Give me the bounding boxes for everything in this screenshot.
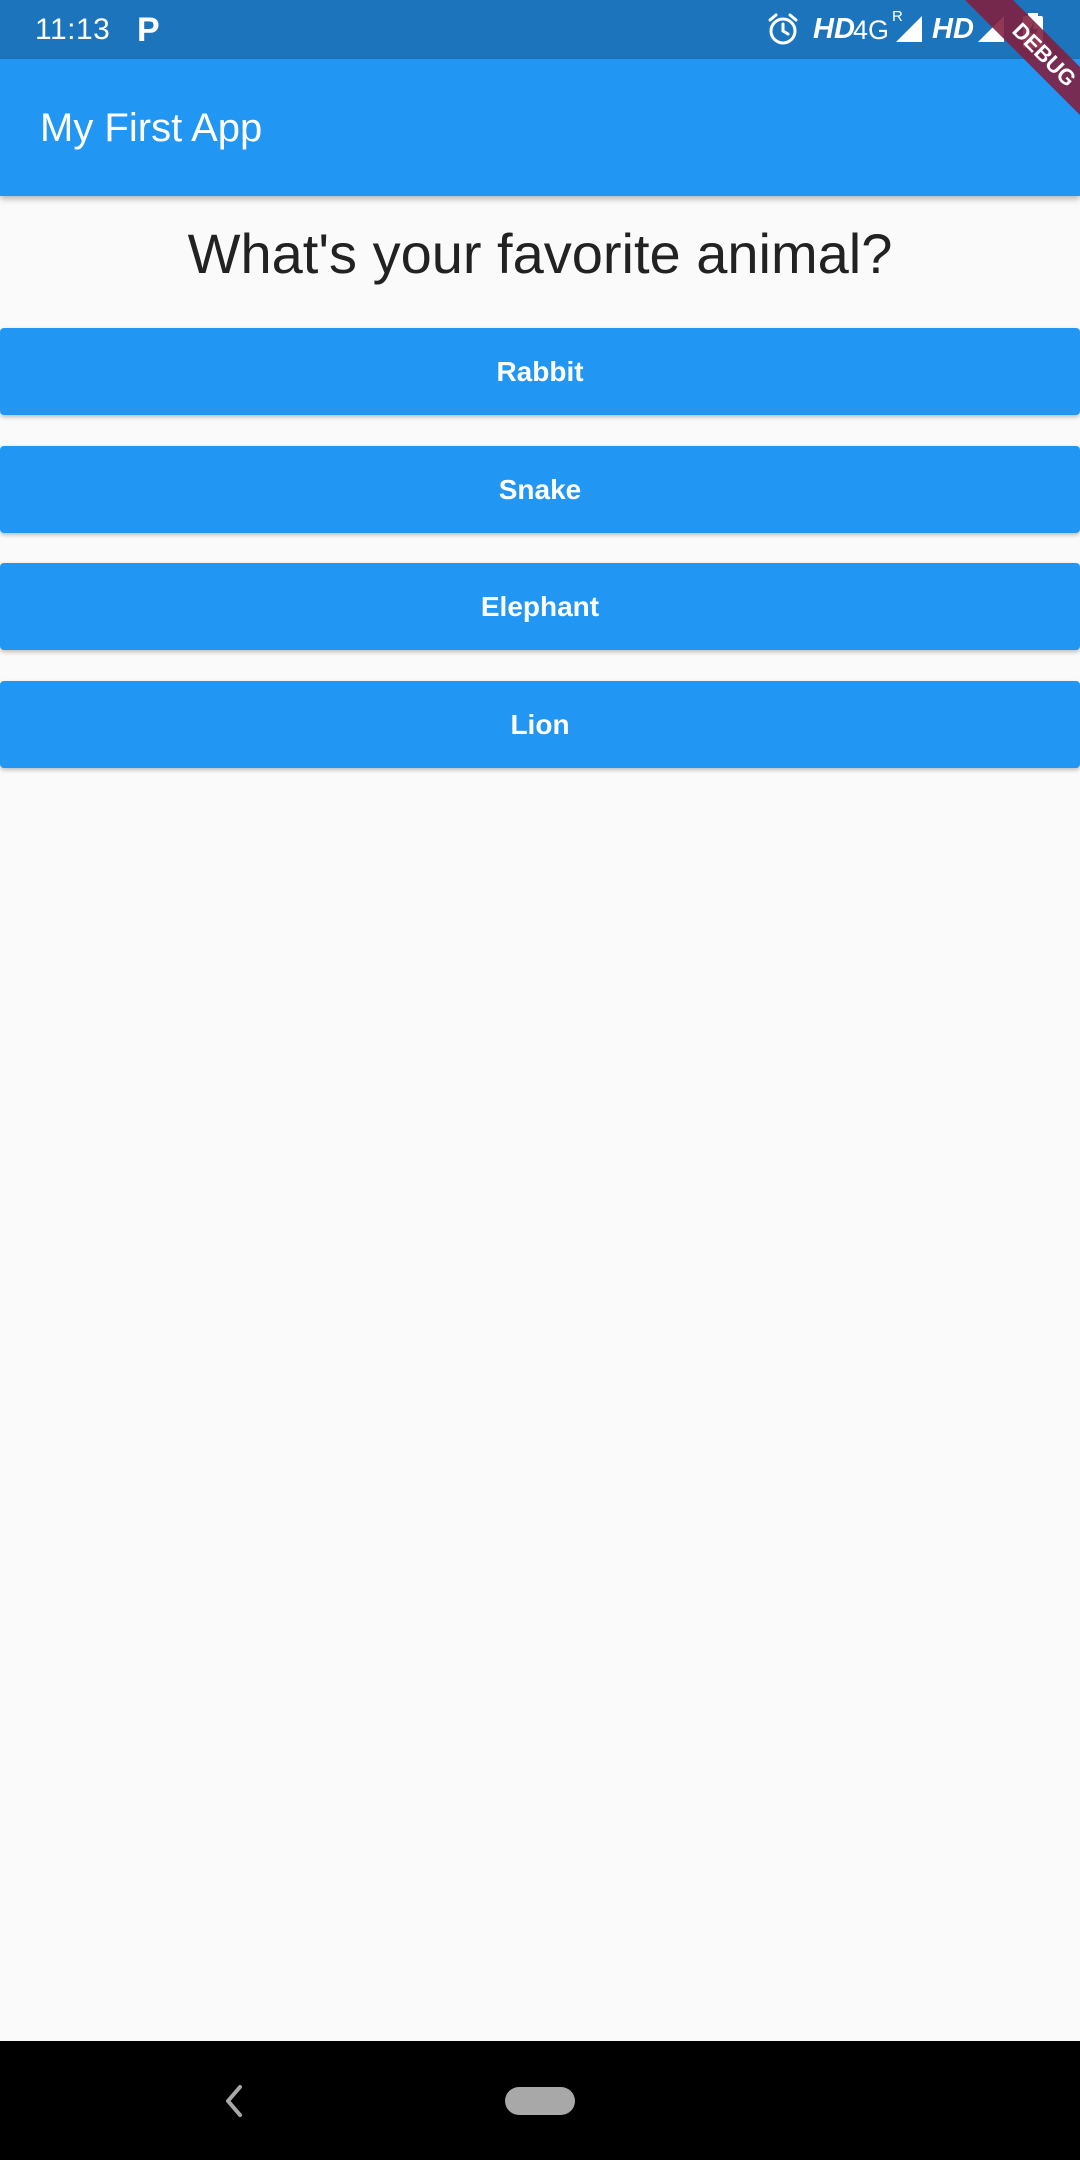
- app-bar: My First App: [0, 59, 1080, 196]
- signal-icon-2: [978, 16, 1004, 42]
- question-text: What's your favorite animal?: [187, 222, 893, 285]
- status-bar: 11:13 P HD 4G R HD: [0, 0, 1080, 59]
- navigation-bar: [0, 2041, 1080, 2160]
- answer-button-elephant[interactable]: Elephant: [0, 563, 1080, 650]
- back-icon[interactable]: [216, 2079, 252, 2123]
- battery-charging-icon: [1023, 13, 1043, 48]
- answer-button-snake[interactable]: Snake: [0, 446, 1080, 533]
- answer-button-lion[interactable]: Lion: [0, 681, 1080, 768]
- alarm-icon: [768, 13, 798, 45]
- answer-button-rabbit[interactable]: Rabbit: [0, 328, 1080, 415]
- network-type: 4G: [853, 15, 890, 45]
- signal-icon: [896, 16, 922, 42]
- app-title: My First App: [40, 106, 263, 150]
- home-pill-icon[interactable]: [505, 2087, 575, 2115]
- hd-indicator-2: HD: [932, 13, 974, 45]
- notification-icon: P: [137, 11, 160, 49]
- status-time: 11:13: [35, 13, 111, 46]
- hd-indicator: HD: [813, 13, 855, 45]
